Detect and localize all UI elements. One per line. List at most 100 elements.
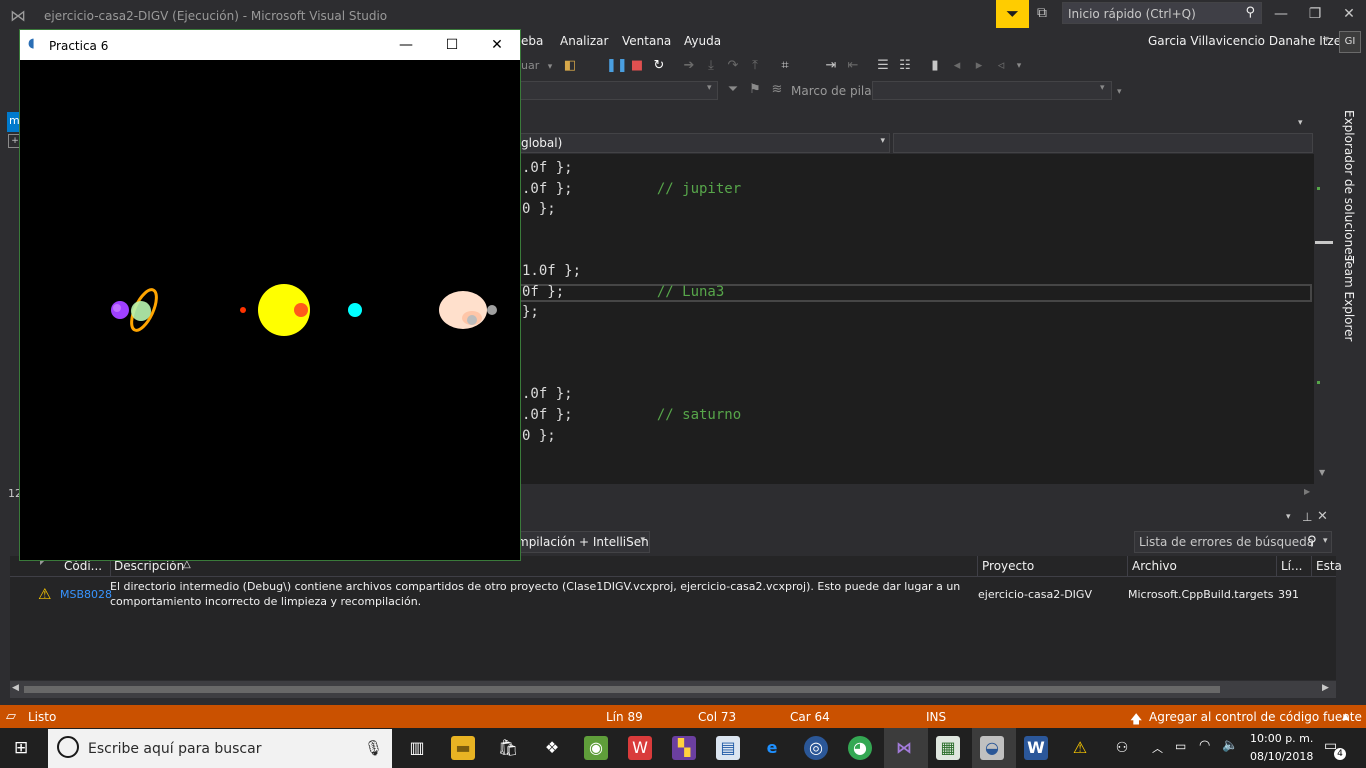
- toolbar-overflow-icon[interactable]: ▾: [1010, 57, 1028, 75]
- restart-icon[interactable]: ↻: [650, 57, 668, 75]
- file-explorer-icon[interactable]: ▬: [451, 736, 475, 760]
- opengl-window[interactable]: ◖ Practica 6 — ☐ ✕: [19, 29, 521, 561]
- minimize-icon[interactable]: —: [1266, 4, 1296, 24]
- scroll-down-icon[interactable]: ▼: [1319, 468, 1325, 477]
- battery-icon[interactable]: ▭: [1175, 739, 1186, 753]
- uncomment-lines-icon[interactable]: ☷: [896, 57, 914, 75]
- tab-team-explorer[interactable]: Team Explorer: [1342, 256, 1356, 342]
- close-icon[interactable]: ✕: [483, 35, 511, 55]
- filter-threads-icon[interactable]: ⏷: [724, 81, 742, 99]
- show-next-statement-icon[interactable]: ➔: [680, 57, 698, 75]
- microphone-icon[interactable]: 🎙: [364, 739, 383, 757]
- column-file[interactable]: Archivo: [1132, 559, 1177, 573]
- people-icon[interactable]: ⚇: [1110, 736, 1134, 760]
- table-row[interactable]: ⚠ MSB8028 El directorio intermedio (Debu…: [10, 577, 1336, 613]
- scroll-left-icon[interactable]: ◀: [12, 683, 19, 693]
- add-to-source-control[interactable]: Agregar al control de código fuente: [1149, 710, 1362, 724]
- show-threads-icon[interactable]: ≋: [768, 81, 786, 99]
- search-options-icon[interactable]: ▾: [1323, 536, 1328, 546]
- app-multicolor-icon[interactable]: ▚: [672, 736, 696, 760]
- clock-date[interactable]: 08/10/2018: [1250, 750, 1313, 763]
- indent-icon[interactable]: ⇥: [822, 57, 840, 75]
- source-control-chevron-icon[interactable]: ▲: [1342, 712, 1349, 722]
- editor-horizontal-scrollbar[interactable]: ▶: [516, 484, 1314, 502]
- column-state[interactable]: Esta: [1316, 559, 1342, 573]
- editor-tabs-dropdown-icon[interactable]: ▾: [1298, 118, 1303, 128]
- thread-dropdown[interactable]: [516, 81, 718, 100]
- toolbar2-overflow-icon[interactable]: ▾: [1117, 87, 1122, 97]
- scroll-right-icon[interactable]: ▶: [1304, 487, 1310, 496]
- error-list-horizontal-scrollbar[interactable]: ◀ ▶: [10, 681, 1336, 698]
- stack-frame-chevron-icon[interactable]: ▾: [1100, 83, 1105, 93]
- maximize-icon[interactable]: ☐: [438, 35, 466, 55]
- opengl-app-icon[interactable]: ◒: [980, 736, 1004, 760]
- panel-close-icon[interactable]: ✕: [1317, 509, 1328, 524]
- thread-chevron-icon[interactable]: ▾: [707, 83, 712, 93]
- minimize-icon[interactable]: —: [392, 35, 420, 55]
- column-divider[interactable]: [1127, 556, 1128, 576]
- outdent-icon[interactable]: ⇤: [844, 57, 862, 75]
- code-line[interactable]: };: [522, 304, 539, 320]
- code-line[interactable]: 1.0f };: [522, 263, 581, 279]
- prev-bookmark-folder-icon[interactable]: ◃: [992, 57, 1010, 75]
- opengl-window-titlebar[interactable]: ◖ Practica 6 — ☐ ✕: [20, 30, 520, 60]
- vs-installer-icon[interactable]: ⚠: [1068, 736, 1092, 760]
- task-view-icon[interactable]: ▥: [405, 736, 429, 760]
- stop-icon[interactable]: ■: [628, 57, 646, 75]
- word-icon[interactable]: W: [1024, 736, 1048, 760]
- step-into-icon[interactable]: ⤓: [702, 57, 720, 75]
- show-hidden-icons-icon[interactable]: ︿: [1152, 740, 1163, 756]
- editor-vertical-scrollbar[interactable]: ▼: [1314, 154, 1334, 484]
- notepad-app-icon[interactable]: ▦: [936, 736, 960, 760]
- column-divider[interactable]: [1276, 556, 1277, 576]
- code-line[interactable]: 0 };: [522, 428, 556, 444]
- document-viewer-icon[interactable]: ▤: [716, 736, 740, 760]
- store-icon[interactable]: 🛍: [496, 736, 520, 760]
- flag-threads-icon[interactable]: ⚑: [746, 81, 764, 99]
- close-icon[interactable]: ✕: [1334, 4, 1364, 24]
- next-bookmark-icon[interactable]: ▸: [970, 57, 988, 75]
- windows-start-icon[interactable]: ⊞: [14, 738, 34, 758]
- menu-item-help[interactable]: Ayuda: [684, 34, 721, 48]
- scroll-right-icon[interactable]: ▶: [1322, 683, 1329, 693]
- panel-menu-icon[interactable]: ▾: [1286, 512, 1291, 522]
- avatar[interactable]: GI: [1339, 31, 1361, 53]
- notification-filter-icon[interactable]: ⏷: [996, 0, 1029, 28]
- column-divider[interactable]: [1311, 556, 1312, 576]
- stack-frame-dropdown[interactable]: [872, 81, 1112, 100]
- error-search-input[interactable]: Lista de errores de búsqueda ⚲ ▾: [1134, 531, 1332, 553]
- scroll-thumb[interactable]: [24, 686, 1220, 693]
- step-over-icon[interactable]: ↷: [724, 57, 742, 75]
- code-editor[interactable]: [516, 154, 1314, 484]
- code-line[interactable]: .0f };: [522, 386, 573, 402]
- column-divider[interactable]: [977, 556, 978, 576]
- build-intellisense-dropdown[interactable]: mpilación + IntelliSen ▾: [512, 531, 650, 553]
- column-project[interactable]: Proyecto: [982, 559, 1034, 573]
- dropbox-icon[interactable]: ❖: [540, 736, 564, 760]
- pin-icon[interactable]: ⊥: [1302, 510, 1312, 524]
- code-line[interactable]: 0 };: [522, 201, 556, 217]
- wps-office-icon[interactable]: W: [628, 736, 652, 760]
- menu-item-test[interactable]: eba: [521, 34, 543, 48]
- restore-icon[interactable]: ❐: [1300, 4, 1330, 24]
- code-line-current[interactable]: 0f }; // Luna3: [522, 284, 724, 300]
- clock-time[interactable]: 10:00 p. m.: [1250, 732, 1313, 745]
- column-line[interactable]: Lí...: [1281, 559, 1302, 573]
- hex-display-icon[interactable]: ⌗: [776, 57, 794, 75]
- debug-target-icon[interactable]: ◧: [561, 57, 579, 75]
- edge-icon[interactable]: e: [760, 736, 784, 760]
- continue-dropdown-icon[interactable]: ▾: [541, 58, 559, 76]
- visual-studio-icon[interactable]: ⋈: [892, 736, 916, 760]
- menu-item-window[interactable]: Ventana: [622, 34, 671, 48]
- step-out-icon[interactable]: ⤒: [746, 57, 764, 75]
- app-green-icon[interactable]: ◉: [584, 736, 608, 760]
- user-chevron-icon[interactable]: ▾: [1324, 34, 1329, 45]
- wifi-icon[interactable]: ◠: [1199, 738, 1210, 753]
- column-description[interactable]: Descripción: [114, 559, 184, 573]
- prev-bookmark-icon[interactable]: ◂: [948, 57, 966, 75]
- quick-launch-input[interactable]: Inicio rápido (Ctrl+Q) ⚲: [1062, 2, 1262, 24]
- tab-solution-explorer[interactable]: Explorador de soluciones: [1342, 110, 1356, 261]
- user-name[interactable]: Garcia Villavicencio Danahe Itzel: [1148, 34, 1344, 48]
- search-icon[interactable]: ⚲: [1307, 534, 1317, 549]
- pause-icon[interactable]: ❚❚: [606, 57, 628, 75]
